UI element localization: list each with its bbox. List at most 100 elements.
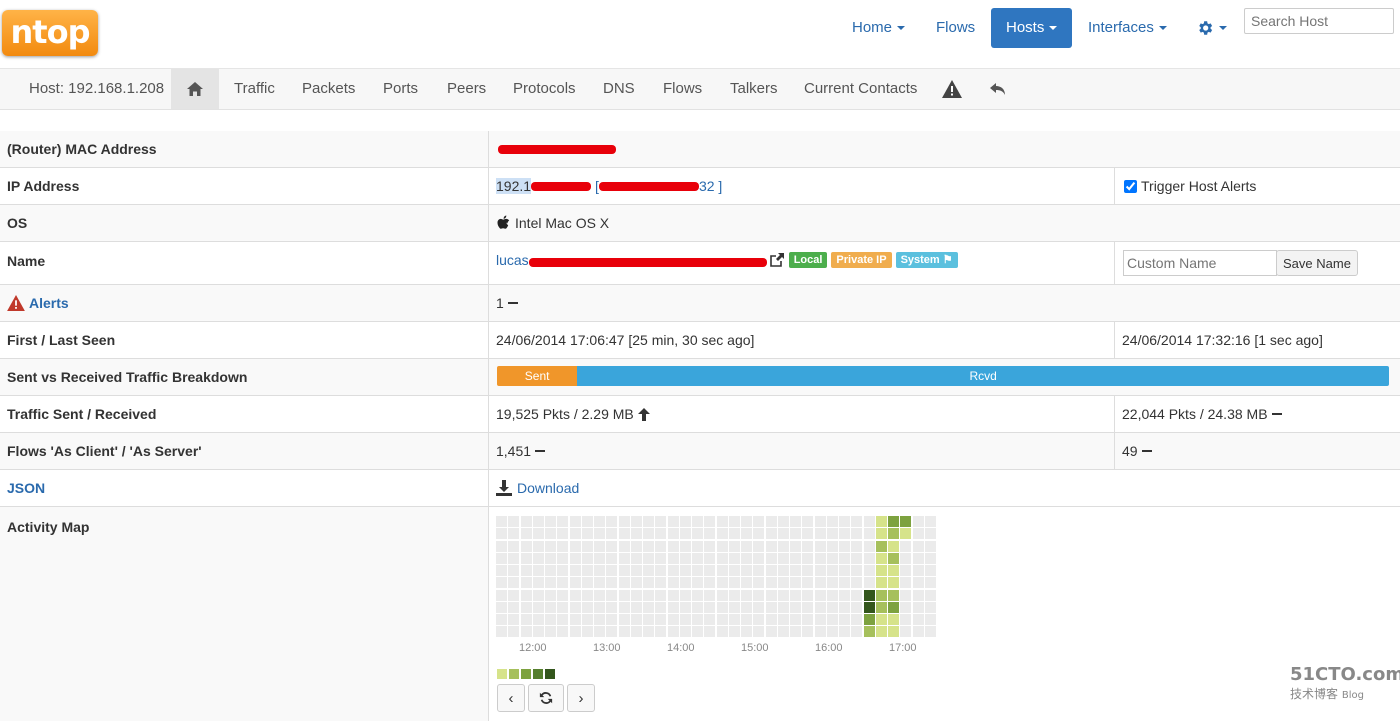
- tab-current-contacts[interactable]: Current Contacts: [804, 69, 917, 109]
- heatmap-cell: [851, 552, 863, 564]
- trigger-alerts-checkbox[interactable]: [1124, 179, 1137, 193]
- heatmap-cell: [900, 528, 912, 540]
- heatmap-cell: [875, 528, 887, 540]
- heatmap-cell: [594, 540, 605, 552]
- heatmap-cell: [814, 516, 826, 527]
- heatmap-cell: [716, 552, 728, 564]
- alerts-link[interactable]: Alerts: [29, 295, 69, 311]
- heatmap-cell: [704, 614, 716, 625]
- ntop-logo[interactable]: ntop: [2, 10, 98, 56]
- tab-home[interactable]: [171, 69, 219, 109]
- external-link-icon[interactable]: [769, 252, 785, 268]
- heatmap-cell: [888, 565, 899, 576]
- heatmap-cell: [532, 528, 544, 540]
- heatmap-cell: [692, 528, 703, 540]
- tab-flows[interactable]: Flows: [663, 69, 702, 109]
- heatmap-refresh-button[interactable]: [528, 684, 564, 712]
- nav-home[interactable]: Home: [852, 8, 906, 48]
- tab-back[interactable]: [990, 69, 1006, 109]
- heatmap-cell: [508, 626, 520, 638]
- heatmap-cell: [826, 601, 838, 613]
- heatmap-cell: [851, 528, 863, 540]
- tab-packets[interactable]: Packets: [302, 69, 355, 109]
- heatmap-cell: [618, 565, 630, 576]
- tick-label: 16:00: [815, 642, 843, 654]
- heatmap-cell: [826, 626, 838, 638]
- heatmap-cell: [790, 614, 801, 625]
- heatmap-cell: [545, 540, 556, 552]
- heatmap-cell: [606, 626, 618, 638]
- tab-peers[interactable]: Peers: [447, 69, 486, 109]
- heatmap-cell: [557, 601, 569, 613]
- traffic-breakdown-bar: Sent Rcvd: [497, 366, 1389, 386]
- nav-flows[interactable]: Flows: [936, 8, 975, 48]
- table-row: Sent vs Received Traffic Breakdown Sent …: [0, 359, 1400, 396]
- heatmap-cell: [802, 565, 814, 576]
- heatmap-cell: [802, 614, 814, 625]
- heatmap-cell: [863, 528, 875, 540]
- heatmap-cell: [520, 565, 532, 576]
- alerts-value: 1: [488, 285, 1400, 321]
- search-host-input[interactable]: [1244, 8, 1394, 34]
- heatmap-cell: [704, 516, 716, 527]
- heatmap-cell: [765, 601, 777, 613]
- heatmap-cell: [753, 577, 765, 589]
- heatmap-prev-button[interactable]: ‹: [497, 684, 525, 712]
- tab-dns[interactable]: DNS: [603, 69, 635, 109]
- heatmap-cell: [532, 614, 544, 625]
- settings-menu[interactable]: [1196, 8, 1227, 48]
- heatmap-cell: [508, 589, 520, 601]
- json-link[interactable]: JSON: [7, 480, 45, 496]
- heatmap-cell: [765, 626, 777, 638]
- minus-icon: [507, 302, 518, 304]
- watermark-blog: Blog: [1341, 690, 1364, 701]
- heatmap-cell: [728, 614, 740, 625]
- heatmap-cell: [569, 565, 581, 576]
- tab-traffic[interactable]: Traffic: [234, 69, 275, 109]
- save-name-button[interactable]: Save Name: [1276, 250, 1358, 276]
- heatmap-cell: [741, 601, 752, 613]
- heatmap-cell: [496, 626, 507, 638]
- table-row: (Router) MAC Address: [0, 131, 1400, 168]
- host-name-link[interactable]: lucas: [496, 252, 529, 268]
- heatmap-cell: [667, 565, 679, 576]
- ip-suffix[interactable]: 32 ]: [699, 178, 722, 194]
- host-label: Host: 192.168.1.208: [29, 80, 165, 97]
- row-label: IP Address: [7, 178, 80, 194]
- heatmap-cell: [777, 626, 789, 638]
- tab-ports[interactable]: Ports: [383, 69, 418, 109]
- heatmap-cell: [496, 552, 507, 564]
- download-link[interactable]: Download: [517, 480, 579, 496]
- tab-alerts[interactable]: [942, 69, 962, 109]
- heatmap-cell: [863, 601, 875, 613]
- heatmap-cell: [679, 614, 691, 625]
- heatmap-cell: [753, 626, 765, 638]
- heatmap-cell: [814, 614, 826, 625]
- heatmap-cell: [630, 601, 642, 613]
- tab-talkers[interactable]: Talkers: [730, 69, 778, 109]
- traffic-received-cell: 22,044 Pkts / 24.38 MB: [1114, 396, 1400, 432]
- tab-protocols[interactable]: Protocols: [513, 69, 576, 109]
- heatmap-cell: [594, 577, 605, 589]
- heatmap-cell: [728, 589, 740, 601]
- heatmap-cell: [851, 601, 863, 613]
- heatmap-cell: [618, 626, 630, 638]
- heatmap-cell: [826, 565, 838, 576]
- tick-label: 17:00: [889, 642, 917, 654]
- minus-icon: [1271, 413, 1282, 415]
- gear-icon: [1199, 21, 1213, 35]
- heatmap-cell: [704, 540, 716, 552]
- nav-interfaces[interactable]: Interfaces: [1088, 8, 1167, 48]
- row-label: OS: [7, 215, 28, 231]
- heatmap-next-button[interactable]: ›: [567, 684, 595, 712]
- custom-name-input[interactable]: [1123, 250, 1277, 276]
- heatmap-cell: [900, 516, 912, 527]
- heatmap-cell: [716, 601, 728, 613]
- row-label: Activity Map: [7, 519, 90, 535]
- heatmap-cell: [741, 614, 752, 625]
- nav-hosts[interactable]: Hosts: [991, 8, 1073, 48]
- heatmap-cell: [606, 528, 618, 540]
- heatmap-cell: [912, 528, 924, 540]
- heatmap-cell: [814, 589, 826, 601]
- heatmap-cell: [692, 614, 703, 625]
